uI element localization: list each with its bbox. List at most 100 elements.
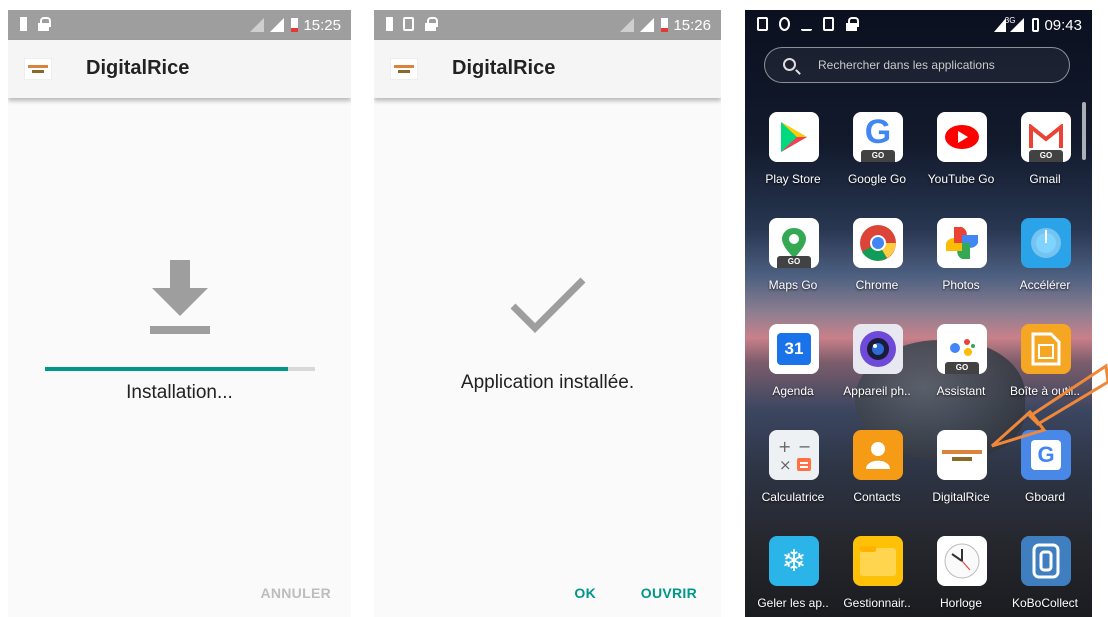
app-label: Play Store bbox=[765, 172, 821, 186]
app-bar: DigitalRice bbox=[8, 40, 351, 98]
photos-icon bbox=[937, 218, 987, 268]
digitalrice-logo-icon bbox=[24, 58, 52, 80]
search-placeholder: Rechercher dans les applications bbox=[818, 58, 995, 72]
svg-text:×: × bbox=[779, 456, 792, 473]
app-label: Photos bbox=[942, 278, 980, 292]
ok-button[interactable]: OK bbox=[574, 585, 596, 601]
progress-fill bbox=[45, 367, 288, 371]
battery-alert-icon bbox=[386, 17, 393, 31]
app-play-store[interactable]: Play Store bbox=[749, 112, 833, 212]
status-time: 15:26 bbox=[673, 16, 711, 34]
battery-icon bbox=[291, 18, 299, 32]
svg-text:+: + bbox=[778, 437, 791, 456]
clock-icon bbox=[937, 536, 987, 586]
calendar-date: 31 bbox=[777, 333, 811, 365]
install-complete-screen: 15:26 DigitalRice Application installée.… bbox=[374, 10, 721, 617]
app-label: Horloge bbox=[939, 596, 983, 610]
app-kobocollect[interactable]: KoBoCollect bbox=[1001, 536, 1085, 617]
install-status-text: Installation... bbox=[126, 382, 233, 403]
app-label: DigitalRice bbox=[932, 490, 990, 504]
app-label: Maps Go bbox=[768, 278, 818, 292]
kobocollect-icon bbox=[1021, 536, 1071, 586]
download-icon bbox=[150, 260, 210, 334]
app-clock[interactable]: Horloge bbox=[917, 536, 1001, 617]
status-bar: 3G 09:43 bbox=[745, 10, 1092, 40]
facebook-icon bbox=[779, 17, 790, 31]
lock-icon bbox=[37, 17, 51, 31]
status-bar: 15:26 bbox=[374, 10, 721, 40]
signal-icon bbox=[250, 18, 285, 32]
app-title: DigitalRice bbox=[86, 57, 190, 79]
app-camera[interactable]: Appareil ph.. bbox=[833, 324, 917, 424]
cancel-button[interactable]: ANNULER bbox=[260, 585, 331, 601]
assistant-icon: GO bbox=[937, 324, 987, 374]
app-drawer-screen: 3G 09:43 Rechercher dans les application… bbox=[745, 10, 1092, 617]
image-notification-icon bbox=[403, 17, 414, 31]
app-google-go[interactable]: G GO Google Go bbox=[833, 112, 917, 212]
digitalrice-icon bbox=[937, 430, 987, 480]
maps-go-icon: GO bbox=[769, 218, 819, 268]
search-icon bbox=[783, 58, 796, 71]
app-label: Gmail bbox=[1029, 172, 1061, 186]
network-type: 3G bbox=[1004, 15, 1016, 25]
app-accelerate[interactable]: Accélérer bbox=[1001, 218, 1085, 318]
install-status-text: Application installée. bbox=[460, 372, 635, 393]
usb-icon bbox=[801, 17, 812, 31]
download-notification-icon bbox=[823, 17, 834, 31]
status-time: 09:43 bbox=[1044, 16, 1082, 34]
app-label: Agenda bbox=[772, 384, 814, 398]
app-digitalrice[interactable]: DigitalRice bbox=[917, 430, 1001, 530]
app-label: Calculatrice bbox=[761, 490, 825, 504]
install-progress-screen: 15:25 DigitalRice Installation... ANNULE… bbox=[8, 10, 351, 617]
app-calendar[interactable]: 31 Agenda bbox=[749, 324, 833, 424]
camera-icon bbox=[853, 324, 903, 374]
app-label: Appareil ph.. bbox=[843, 384, 911, 398]
app-label: Contacts bbox=[853, 490, 901, 504]
app-label: KoBoCollect bbox=[1011, 596, 1079, 610]
app-bar: DigitalRice bbox=[374, 40, 721, 98]
app-title: DigitalRice bbox=[452, 57, 556, 79]
go-badge: GO bbox=[945, 362, 979, 374]
app-file-manager[interactable]: Gestionnair.. bbox=[833, 536, 917, 617]
play-store-icon bbox=[769, 112, 819, 162]
app-search-bar[interactable]: Rechercher dans les applications bbox=[764, 47, 1070, 83]
open-button[interactable]: OUVRIR bbox=[641, 585, 697, 601]
app-photos[interactable]: Photos bbox=[917, 218, 1001, 318]
battery-alert-icon bbox=[20, 17, 27, 31]
checkmark-icon bbox=[510, 277, 586, 333]
app-label: Geler les ap.. bbox=[757, 596, 829, 610]
google-go-icon: G GO bbox=[853, 112, 903, 162]
app-gmail[interactable]: GO Gmail bbox=[1001, 112, 1085, 212]
freeze-apps-icon: ❄ bbox=[769, 536, 819, 586]
accelerate-icon bbox=[1021, 218, 1071, 268]
go-badge: GO bbox=[861, 150, 895, 162]
chrome-icon bbox=[853, 218, 903, 268]
notes-icon bbox=[757, 17, 768, 31]
youtube-go-icon bbox=[937, 112, 987, 162]
contacts-icon bbox=[853, 430, 903, 480]
app-chrome[interactable]: Chrome bbox=[833, 218, 917, 318]
app-label: Accélérer bbox=[1019, 278, 1071, 292]
calendar-icon: 31 bbox=[769, 324, 819, 374]
signal-icon bbox=[620, 18, 655, 32]
status-time: 15:25 bbox=[303, 16, 341, 34]
app-contacts[interactable]: Contacts bbox=[833, 430, 917, 530]
app-label: YouTube Go bbox=[927, 172, 995, 186]
battery-icon bbox=[661, 18, 669, 32]
app-youtube-go[interactable]: YouTube Go bbox=[917, 112, 1001, 212]
app-assistant[interactable]: GO Assistant bbox=[917, 324, 1001, 424]
app-calculator[interactable]: + − × Calculatrice bbox=[749, 430, 833, 530]
svg-text:−: − bbox=[798, 437, 811, 456]
file-manager-icon bbox=[853, 536, 903, 586]
lock-icon bbox=[845, 17, 859, 31]
status-bar: 15:25 bbox=[8, 10, 351, 40]
app-label: Google Go bbox=[847, 172, 907, 186]
go-badge: GO bbox=[777, 256, 811, 268]
app-freeze-apps[interactable]: ❄ Geler les ap.. bbox=[749, 536, 833, 617]
lock-icon bbox=[424, 17, 438, 31]
gmail-icon: GO bbox=[1021, 112, 1071, 162]
app-maps-go[interactable]: GO Maps Go bbox=[749, 218, 833, 318]
go-badge: GO bbox=[1029, 150, 1063, 162]
battery-icon bbox=[1032, 18, 1040, 32]
app-label: Gboard bbox=[1024, 490, 1066, 504]
